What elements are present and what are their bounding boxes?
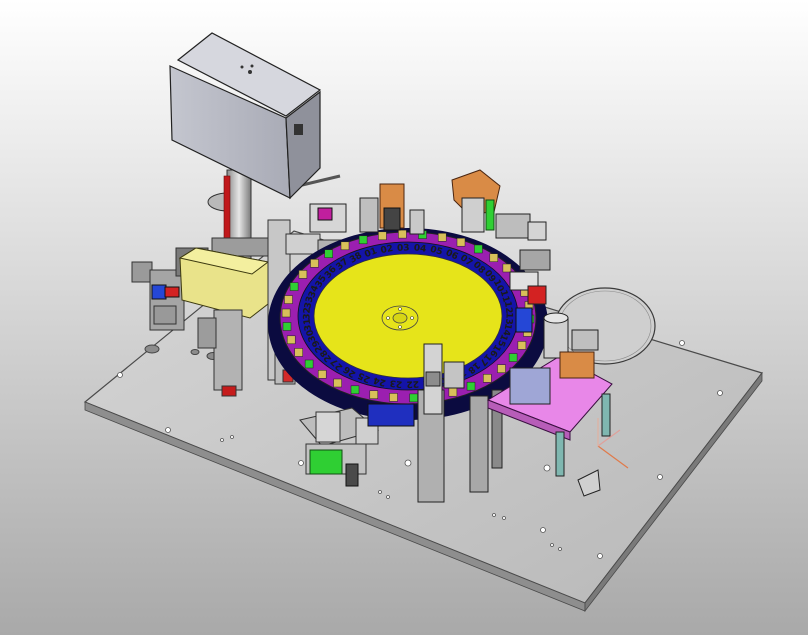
dial-nest: [333, 378, 342, 388]
dial-nest: [281, 308, 291, 318]
dial-number-22: 22: [406, 378, 419, 389]
dial-nest: [389, 393, 398, 402]
dial-nest: [350, 385, 360, 395]
dial-nest: [289, 282, 299, 291]
dial-number-03: 03: [397, 243, 410, 254]
dial-number-23: 23: [389, 377, 403, 388]
dial-nest: [497, 364, 506, 373]
dial-nest: [310, 259, 319, 268]
dial-nest: [378, 231, 387, 241]
dial-nest: [298, 270, 308, 279]
dial-nest: [369, 390, 379, 399]
dial-nest: [456, 237, 466, 247]
dial-number-04: 04: [413, 243, 427, 254]
dial-nest: [317, 370, 327, 379]
dial-nest: [340, 241, 350, 251]
dial-nest: [508, 353, 518, 362]
dial-nest: [409, 393, 418, 403]
dial-nest: [398, 229, 407, 239]
dial-nest: [282, 322, 292, 331]
dial-nest: [489, 253, 499, 262]
dial-nest: [448, 387, 458, 397]
dial-nest: [517, 341, 527, 350]
dial-nest: [474, 244, 483, 254]
dial-nest: [286, 335, 296, 345]
dial-nest: [324, 249, 333, 258]
dial-nest: [294, 348, 303, 357]
dial-nest: [284, 295, 293, 304]
dial-nest: [437, 233, 447, 242]
dial-nest: [466, 381, 476, 391]
machine-model: 0102030405060708091011121314151617181920…: [83, 32, 764, 613]
dial-nest: [502, 263, 512, 273]
cad-viewport: 0102030405060708091011121314151617181920…: [0, 0, 808, 635]
dial-nest: [304, 359, 314, 369]
dial-nest: [483, 374, 492, 383]
dial-nest: [358, 235, 368, 245]
control-cabinet: [169, 32, 322, 200]
